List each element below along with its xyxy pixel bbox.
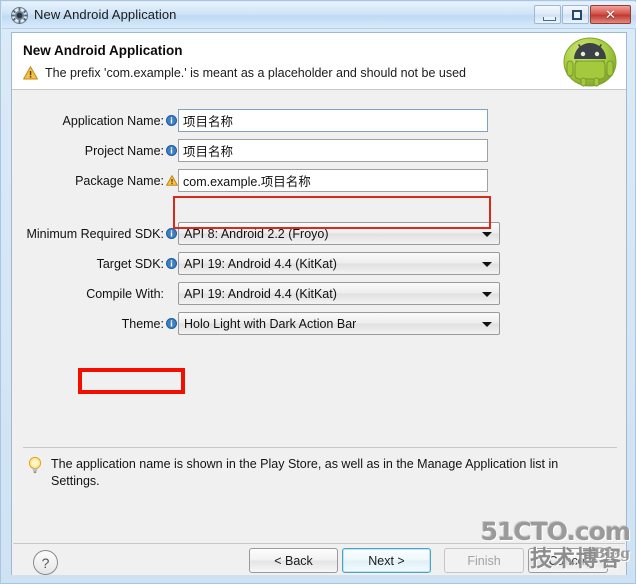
label-project-name: Project Name: — [84, 143, 164, 158]
maximize-icon — [572, 10, 582, 20]
maximize-button[interactable] — [562, 5, 589, 24]
info-icon[interactable] — [165, 258, 178, 269]
info-icon[interactable] — [165, 228, 178, 239]
dialog-header: New Android Application The prefix 'com.… — [12, 33, 626, 90]
finish-button: Finish — [444, 548, 524, 573]
window-frame: New Android Application ✕ New Android Ap… — [0, 0, 636, 584]
android-settings-icon — [11, 7, 28, 24]
field-row-target-sdk: Target SDK: API 19: Android 4.4 (KitKat) — [12, 251, 626, 276]
window-controls: ✕ — [534, 5, 631, 24]
target-sdk-dropdown[interactable]: API 19: Android 4.4 (KitKat) — [178, 252, 500, 275]
chevron-down-icon — [482, 322, 492, 327]
target-sdk-value: API 19: Android 4.4 (KitKat) — [184, 256, 337, 271]
application-name-input[interactable] — [178, 109, 488, 132]
back-button[interactable]: < Back — [249, 548, 338, 573]
label-application-name: Application Name: — [62, 113, 164, 128]
label-target-sdk: Target SDK: — [96, 256, 164, 271]
hint-separator — [23, 447, 617, 448]
theme-dropdown[interactable]: Holo Light with Dark Action Bar — [178, 312, 500, 335]
form-area: Application Name: 项目名称 Project Name: 项目名… — [12, 108, 626, 341]
android-mascot-icon — [563, 37, 617, 87]
lightbulb-icon — [28, 456, 42, 474]
compile-with-dropdown[interactable]: API 19: Android 4.4 (KitKat) — [178, 282, 500, 305]
close-button[interactable]: ✕ — [590, 5, 631, 24]
label-theme: Theme: — [121, 316, 164, 331]
title-bar[interactable]: New Android Application ✕ — [2, 2, 636, 29]
header-warning: The prefix 'com.example.' is meant as a … — [23, 66, 466, 80]
chevron-down-icon — [482, 292, 492, 297]
label-compile-with: Compile With: — [86, 286, 164, 301]
hint-panel: The application name is shown in the Pla… — [28, 456, 608, 490]
field-row-package-name: Package Name: — [12, 168, 626, 193]
dialog-body: New Android Application The prefix 'com.… — [11, 32, 627, 575]
field-row-theme: Theme: Holo Light with Dark Action Bar — [12, 311, 626, 336]
info-icon[interactable] — [165, 318, 178, 329]
minimum-required-sdk-dropdown[interactable]: API 8: Android 2.2 (Froyo) — [178, 222, 500, 245]
header-warning-text: The prefix 'com.example.' is meant as a … — [45, 66, 466, 80]
field-row-project-name: Project Name: — [12, 138, 626, 163]
button-bar: ? < Back Next > Finish Cancel — [12, 544, 626, 575]
input-wrap-package-name — [178, 169, 488, 192]
package-name-input[interactable] — [178, 169, 488, 192]
dialog-content: Application Name: 项目名称 Project Name: 项目名… — [12, 90, 626, 543]
hint-text: The application name is shown in the Pla… — [51, 457, 559, 488]
info-icon[interactable] — [165, 145, 178, 156]
label-minimum-required-sdk: Minimum Required SDK: — [26, 226, 164, 241]
label-package-name: Package Name: — [75, 173, 164, 188]
input-wrap-project-name — [178, 139, 488, 162]
minimum-required-sdk-value: API 8: Android 2.2 (Froyo) — [184, 226, 329, 241]
chevron-down-icon — [482, 232, 492, 237]
chevron-down-icon — [482, 262, 492, 267]
window-title: New Android Application — [34, 7, 177, 22]
minimize-icon — [543, 17, 556, 21]
field-row-minimum-required-sdk: Minimum Required SDK: API 8: Android 2.2… — [12, 221, 626, 246]
input-wrap-application-name — [178, 109, 488, 132]
close-icon: ✕ — [605, 6, 616, 22]
help-button[interactable]: ? — [33, 550, 58, 575]
warning-triangle-icon — [23, 66, 38, 80]
screenshot-root: New Android Application ✕ New Android Ap… — [0, 0, 636, 584]
field-row-compile-with: Compile With: API 19: Android 4.4 (KitKa… — [12, 281, 626, 306]
cancel-button[interactable]: Cancel — [528, 548, 608, 573]
minimize-button[interactable] — [534, 5, 561, 24]
theme-value: Holo Light with Dark Action Bar — [184, 316, 357, 331]
warning-triangle-icon[interactable] — [165, 175, 178, 186]
compile-with-value: API 19: Android 4.4 (KitKat) — [184, 286, 337, 301]
page-title: New Android Application — [23, 43, 183, 58]
field-row-application-name: Application Name: — [12, 108, 626, 133]
info-icon[interactable] — [165, 115, 178, 126]
next-button[interactable]: Next > — [342, 548, 431, 573]
project-name-input[interactable] — [178, 139, 488, 162]
annotation-box-compile-with — [78, 368, 185, 394]
